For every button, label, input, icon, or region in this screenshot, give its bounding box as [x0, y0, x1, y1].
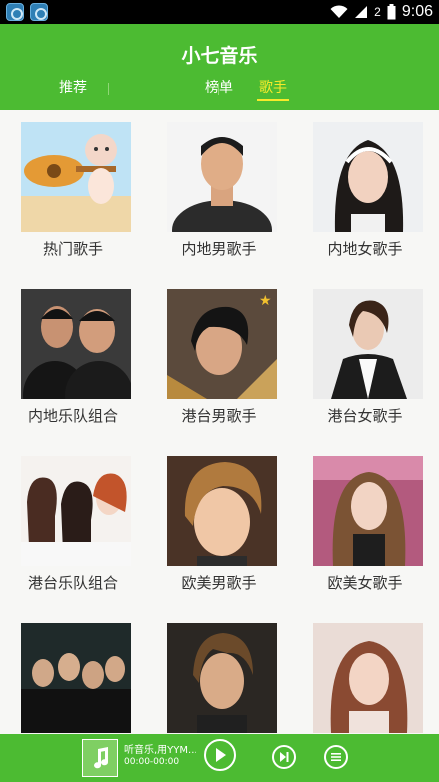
category-image: [313, 122, 423, 232]
category-card-mainland-female[interactable]: 内地女歌手: [292, 110, 438, 276]
tab-singers[interactable]: 歌手: [200, 78, 346, 101]
category-label: 港台乐队组合: [27, 574, 118, 592]
category-label: 内地男歌手: [181, 240, 257, 258]
album-cover[interactable]: [82, 739, 118, 777]
category-card-row4-2[interactable]: [146, 611, 292, 734]
wifi-icon: [330, 5, 348, 18]
category-image: [21, 623, 131, 733]
song-time: 00:00-00:00: [124, 757, 180, 767]
battery-icon: [387, 4, 396, 20]
category-card-mainland-male[interactable]: 内地男歌手: [146, 110, 292, 276]
playlist-icon: [331, 753, 341, 761]
category-image: [21, 289, 131, 399]
playlist-button[interactable]: [324, 745, 348, 769]
category-image: [313, 289, 423, 399]
play-icon: [216, 748, 226, 762]
music-note-icon: [94, 747, 109, 769]
category-image: [313, 623, 423, 733]
status-bar: 2 9:06: [0, 0, 439, 24]
signal-badge: 2: [374, 5, 381, 19]
category-card-western-female[interactable]: 欧美女歌手: [292, 444, 438, 610]
category-label: 港台男歌手: [181, 407, 257, 425]
app-header: 小七音乐 推荐 榜单 歌手: [0, 24, 439, 110]
next-button[interactable]: [272, 745, 296, 769]
skip-next-icon: [280, 752, 289, 762]
play-button[interactable]: [204, 739, 236, 771]
category-image: [167, 623, 277, 733]
category-card-hot[interactable]: 热门歌手: [0, 110, 146, 276]
category-label: 欧美女歌手: [327, 574, 403, 592]
svg-text:★: ★: [259, 293, 272, 309]
category-image: ★: [167, 289, 277, 399]
category-card-hktw-male[interactable]: ★ 港台男歌手: [146, 277, 292, 443]
category-image: [167, 122, 277, 232]
category-card-row4-3[interactable]: [292, 611, 438, 734]
category-card-mainland-band[interactable]: 内地乐队组合: [0, 277, 146, 443]
category-label: 欧美男歌手: [181, 574, 257, 592]
app-notification-icon-2: [30, 3, 48, 21]
song-title: 听音乐,用YYM...: [124, 745, 196, 756]
category-label: 热门歌手: [42, 240, 103, 258]
mini-player: 听音乐,用YYM... 00:00-00:00: [0, 734, 439, 782]
category-label: 港台女歌手: [327, 407, 403, 425]
status-right: 2 9:06: [330, 2, 433, 22]
category-card-hktw-band[interactable]: 港台乐队组合: [0, 444, 146, 610]
category-card-hktw-female[interactable]: 港台女歌手: [292, 277, 438, 443]
singer-category-grid: 热门歌手 内地男歌手 内地女歌手 内地乐队组合 ★ 港台男歌手 港台女歌手 港台…: [0, 110, 439, 734]
category-image: [167, 456, 277, 566]
category-card-row4-1[interactable]: [0, 611, 146, 734]
tab-recommend[interactable]: 推荐: [0, 78, 146, 98]
signal-icon: [355, 6, 368, 18]
category-image: [313, 456, 423, 566]
category-image: [21, 456, 131, 566]
category-card-western-male[interactable]: 欧美男歌手: [146, 444, 292, 610]
clock: 9:06: [401, 3, 433, 20]
app-notification-icon: [6, 3, 24, 21]
category-label: 内地乐队组合: [27, 407, 118, 425]
category-label: 内地女歌手: [327, 240, 403, 258]
app-title: 小七音乐: [181, 45, 258, 67]
notification-icons: [6, 3, 48, 21]
tab-bar: 推荐 榜单 歌手: [0, 78, 439, 104]
tab-divider: [108, 83, 109, 95]
category-image: [21, 122, 131, 232]
